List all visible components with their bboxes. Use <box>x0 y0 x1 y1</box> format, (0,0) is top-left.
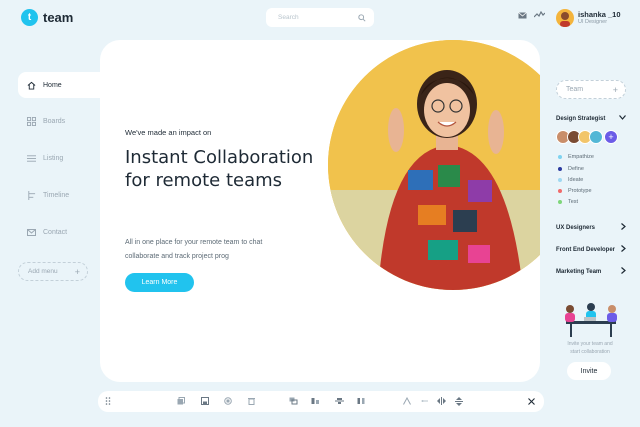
chevron-right-icon <box>621 245 626 254</box>
status-dot <box>558 189 562 193</box>
sidebar-item-label: Timeline <box>43 191 70 199</box>
group-label: Design Strategist <box>556 115 606 122</box>
hero-image <box>328 40 540 290</box>
timeline-icon <box>27 190 36 200</box>
resize-icon[interactable] <box>402 396 412 406</box>
link-icon[interactable] <box>420 396 430 406</box>
description-line: collaborate and track project prog <box>125 253 229 260</box>
add-menu-label: Add menu <box>28 268 58 275</box>
subitem-prototype[interactable]: Prototype <box>558 188 592 194</box>
flip-horizontal-icon[interactable] <box>436 396 446 406</box>
group-label: Front End Developer <box>556 246 616 253</box>
subitem-label: Ideate <box>568 177 584 183</box>
sidebar-item-listing[interactable]: Listing <box>18 145 100 171</box>
status-dot <box>558 155 562 159</box>
invite-message: Invite your team and start collaboration <box>556 340 624 356</box>
group-label: Marketing Team <box>556 268 602 275</box>
sidebar-item-label: Contact <box>43 228 68 236</box>
subitem-empathize[interactable]: Empathize <box>558 154 594 160</box>
duplicate-icon[interactable] <box>223 396 233 406</box>
align-center-icon[interactable] <box>334 396 344 406</box>
search-input[interactable] <box>278 14 348 21</box>
status-dot <box>558 178 562 182</box>
activity-icon[interactable] <box>534 11 545 19</box>
subitem-label: Define <box>568 166 584 172</box>
add-member-button[interactable]: + <box>604 130 618 144</box>
chevron-down-icon <box>619 115 626 122</box>
close-icon[interactable] <box>526 396 536 406</box>
bottom-toolbar <box>98 391 544 412</box>
boards-icon <box>27 116 36 126</box>
team-select-label: Team <box>566 86 584 93</box>
list-icon <box>27 154 36 163</box>
plus-icon[interactable]: + <box>613 85 618 95</box>
group-label: UX Designers <box>556 224 596 231</box>
sidebar-item-label: Boards <box>43 117 66 125</box>
flip-vertical-icon[interactable] <box>454 396 464 406</box>
group-design-strategist[interactable]: Design Strategist <box>556 115 626 122</box>
copy-icon[interactable] <box>176 396 186 406</box>
search-icon[interactable] <box>358 13 366 22</box>
subitem-label: Test <box>568 199 579 205</box>
drag-handle-icon[interactable] <box>103 396 113 406</box>
app-name: team <box>43 10 74 25</box>
distribute-icon[interactable] <box>356 396 366 406</box>
team-illustration <box>560 303 622 342</box>
subitem-label: Prototype <box>568 188 592 194</box>
add-menu-button[interactable]: Add menu + <box>18 262 88 281</box>
headline-line: Instant Collaboration <box>125 147 314 168</box>
invite-line: start collaboration <box>570 349 610 355</box>
invite-button[interactable]: Invite <box>567 362 611 380</box>
chevron-right-icon <box>621 267 626 276</box>
app-logo[interactable]: t <box>21 9 38 26</box>
user-role: UI Designer <box>578 19 608 25</box>
chevron-right-icon <box>621 223 626 232</box>
group-front-end-developer[interactable]: Front End Developer <box>556 245 626 254</box>
plus-icon: + <box>74 266 80 277</box>
subitem-define[interactable]: Define <box>558 166 584 172</box>
hero-headline: Instant Collaboration for remote teams <box>125 146 325 192</box>
subitem-ideate[interactable]: Ideate <box>558 177 583 183</box>
user-avatar[interactable] <box>556 9 574 27</box>
avatar[interactable] <box>589 130 603 144</box>
description-line: All in one place for your remote team to… <box>125 239 263 246</box>
sidebar-item-label: Home <box>43 81 62 89</box>
search-bar[interactable] <box>266 8 374 27</box>
member-avatars: + <box>556 130 618 144</box>
sidebar-item-timeline[interactable]: Timeline <box>18 182 100 208</box>
team-select[interactable]: Team + <box>556 80 626 99</box>
mail-icon[interactable] <box>518 12 527 19</box>
hero-card: We've made an impact on Instant Collabor… <box>100 40 540 382</box>
save-icon[interactable] <box>200 396 210 406</box>
sidebar-item-home[interactable]: Home <box>18 72 100 98</box>
learn-more-button[interactable]: Learn More <box>125 273 194 292</box>
subitem-test[interactable]: Test <box>558 199 578 205</box>
invite-line: Invite your team and <box>567 341 613 347</box>
group-ux-designers[interactable]: UX Designers <box>556 223 626 232</box>
align-left-icon[interactable] <box>310 396 320 406</box>
sidebar-item-contact[interactable]: Contact <box>18 219 100 245</box>
status-dot <box>558 200 562 204</box>
delete-icon[interactable] <box>246 396 256 406</box>
group-marketing-team[interactable]: Marketing Team <box>556 267 626 276</box>
mail-icon <box>27 228 36 236</box>
user-name: ishanka _10 <box>578 10 621 19</box>
headline-line: for remote teams <box>125 170 283 191</box>
hero-description: All in one place for your remote team to… <box>125 236 315 264</box>
sidebar-item-label: Listing <box>43 154 64 162</box>
home-icon <box>27 81 36 90</box>
layers-icon[interactable] <box>288 396 298 406</box>
hero-kicker: We've made an impact on <box>125 128 212 137</box>
status-dot <box>558 167 562 171</box>
subitem-label: Empathize <box>568 154 594 160</box>
sidebar-item-boards[interactable]: Boards <box>18 108 100 134</box>
